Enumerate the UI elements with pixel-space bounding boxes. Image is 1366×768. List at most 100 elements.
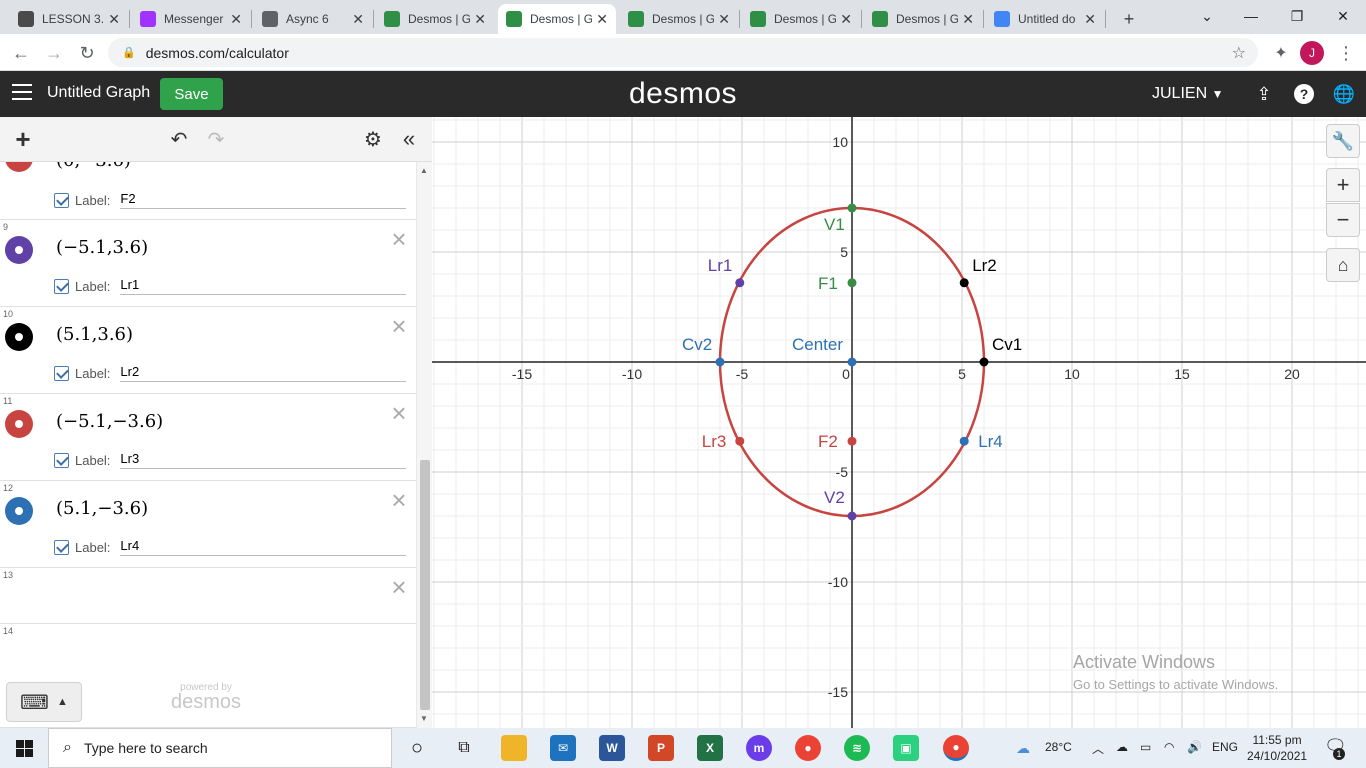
label-input[interactable]: Lr3 (120, 451, 407, 469)
save-button[interactable]: Save (160, 78, 223, 110)
close-tab-icon[interactable]: ✕ (230, 11, 242, 28)
close-tab-icon[interactable]: ✕ (352, 11, 364, 28)
profile-avatar[interactable]: J (1300, 41, 1324, 65)
wifi-icon[interactable]: ◠ (1164, 740, 1174, 754)
reload-icon[interactable]: ↻ (74, 40, 100, 66)
clock[interactable]: 11:55 pm 24/10/2021 (1247, 732, 1307, 764)
close-tab-icon[interactable]: ✕ (1084, 11, 1096, 28)
chrome-icon[interactable]: ● (795, 735, 821, 761)
language-indicator[interactable]: ENG (1212, 740, 1238, 754)
label-input[interactable]: Lr4 (120, 538, 407, 556)
browser-tab[interactable]: Desmos | G ✕ (376, 4, 494, 34)
expression-item[interactable]: 11 (−5.1,−3.6) Label: Lr3 × (0, 394, 416, 481)
scroll-up-icon[interactable]: ▲ (420, 166, 428, 175)
expression-item[interactable]: (0,−3.6) Label: F2 (0, 162, 416, 220)
label-checkbox[interactable] (54, 452, 69, 468)
close-tab-icon[interactable]: ✕ (108, 11, 120, 28)
label-checkbox[interactable] (54, 365, 69, 381)
volume-icon[interactable]: 🔊 (1187, 740, 1202, 754)
label-input[interactable]: F2 (120, 191, 407, 209)
expression-item[interactable]: 9 (−5.1,3.6) Label: Lr1 × (0, 220, 416, 307)
expression-item[interactable]: 10 (5.1,3.6) Label: Lr2 × (0, 307, 416, 394)
close-tab-icon[interactable]: ✕ (474, 11, 486, 28)
spotify-icon[interactable]: ≋ (844, 735, 870, 761)
onedrive-icon[interactable]: ☁ (1116, 740, 1128, 754)
graph-settings-wrench-icon[interactable]: 🔧 (1326, 124, 1360, 158)
taskbar-search-input[interactable]: ⌕ Type here to search (48, 728, 392, 768)
label-checkbox[interactable] (54, 192, 69, 208)
expression-color-icon[interactable] (5, 497, 33, 525)
delete-expression-icon[interactable]: × (388, 574, 410, 600)
undo-icon[interactable]: ↶ (166, 126, 192, 152)
expression-math[interactable]: (5.1,3.6) (56, 324, 133, 345)
label-checkbox[interactable] (54, 278, 69, 294)
label-checkbox[interactable] (54, 539, 69, 555)
close-tab-icon[interactable]: ✕ (962, 11, 974, 28)
windows-start-icon[interactable] (0, 728, 48, 768)
forward-icon[interactable]: → (41, 40, 67, 66)
browser-menu-icon[interactable]: ⋮ (1333, 40, 1359, 66)
zoom-in-icon[interactable]: + (1326, 168, 1360, 202)
label-input[interactable]: Lr2 (120, 364, 407, 382)
browser-tab[interactable]: Desmos | G ✕ (498, 4, 616, 34)
url-input[interactable]: 🔒 desmos.com/calculator ☆ (108, 38, 1258, 67)
chrome-profile-icon[interactable]: ● (943, 735, 969, 761)
browser-tab[interactable]: Messenger ✕ (132, 4, 250, 34)
close-tab-icon[interactable]: ✕ (840, 11, 852, 28)
back-icon[interactable]: ← (8, 40, 34, 66)
user-menu[interactable]: JULIEN ▼ (1152, 85, 1223, 103)
weather-icon[interactable]: ☁ (1016, 740, 1030, 757)
default-viewport-home-icon[interactable]: ⌂ (1326, 248, 1360, 282)
excel-icon[interactable]: X (697, 735, 723, 761)
powered-by-desmos[interactable]: powered by desmos (166, 682, 246, 714)
help-icon[interactable]: ? (1293, 83, 1315, 105)
word-icon[interactable]: W (599, 735, 625, 761)
browser-tab[interactable]: LESSON 3.2 ✕ (10, 4, 128, 34)
restore-icon[interactable]: ❐ (1274, 0, 1320, 32)
expression-scrollbar[interactable]: ▲ ▼ (416, 162, 432, 728)
expression-math[interactable]: (−5.1,−3.6) (56, 411, 163, 432)
scrollbar-thumb[interactable] (420, 460, 430, 710)
zoom-out-icon[interactable]: − (1326, 203, 1360, 237)
graph-svg[interactable]: -15 -10 -5 0 5 10 15 20 10 5 -5 -10 -15 V1 V2 F1 F2 Cente… (432, 117, 1366, 728)
minimize-icon[interactable]: — (1228, 0, 1274, 32)
powerpoint-icon[interactable]: P (648, 735, 674, 761)
tab-search-icon[interactable]: ⌄ (1184, 0, 1230, 32)
expression-color-icon[interactable] (5, 236, 33, 264)
extensions-icon[interactable]: ✦ (1268, 40, 1294, 66)
settings-gear-icon[interactable]: ⚙ (360, 126, 386, 152)
browser-tab[interactable]: Untitled do ✕ (986, 4, 1104, 34)
graph-paper[interactable]: -15 -10 -5 0 5 10 15 20 10 5 -5 -10 -15 V1 V2 F1 F2 Cente… (432, 117, 1366, 728)
share-icon[interactable]: ⇪ (1253, 83, 1275, 105)
keyboard-toggle-button[interactable]: ⌨ ▲ (6, 682, 82, 722)
messenger-icon[interactable]: m (746, 735, 772, 761)
graph-title[interactable]: Untitled Graph (47, 84, 150, 102)
temperature-text[interactable]: 28°C (1045, 740, 1072, 754)
show-hidden-icons-icon[interactable]: ︿ (1092, 740, 1104, 757)
file-explorer-icon[interactable] (501, 735, 527, 761)
expression-math[interactable]: (−5.1,3.6) (56, 237, 148, 258)
task-view-icon[interactable]: ⧉ (451, 735, 477, 761)
label-input[interactable]: Lr1 (120, 277, 407, 295)
browser-tab[interactable]: Async 6 ✕ (254, 4, 372, 34)
browser-tab[interactable]: Desmos | G ✕ (620, 4, 738, 34)
close-tab-icon[interactable]: ✕ (718, 11, 730, 28)
delete-expression-icon[interactable]: × (388, 226, 410, 252)
collapse-panel-icon[interactable]: « (396, 126, 422, 152)
delete-expression-icon[interactable]: × (388, 400, 410, 426)
store-app-icon[interactable]: ▣ (893, 735, 919, 761)
bookmark-star-icon[interactable]: ☆ (1232, 43, 1246, 63)
browser-tab[interactable]: Desmos | G ✕ (864, 4, 982, 34)
close-window-icon[interactable]: ✕ (1320, 0, 1366, 32)
expression-item[interactable]: 13 × (0, 568, 416, 624)
delete-expression-icon[interactable]: × (388, 487, 410, 513)
expression-color-icon[interactable] (5, 410, 33, 438)
redo-icon[interactable]: ↷ (203, 126, 229, 152)
expression-color-icon[interactable] (5, 323, 33, 351)
scroll-down-icon[interactable]: ▼ (420, 714, 428, 723)
browser-tab[interactable]: Desmos | G ✕ (742, 4, 860, 34)
add-item-icon[interactable]: + (10, 124, 36, 154)
expression-math[interactable]: (5.1,−3.6) (56, 498, 148, 519)
close-tab-icon[interactable]: ✕ (596, 11, 608, 28)
mail-icon[interactable]: ✉ (550, 735, 576, 761)
